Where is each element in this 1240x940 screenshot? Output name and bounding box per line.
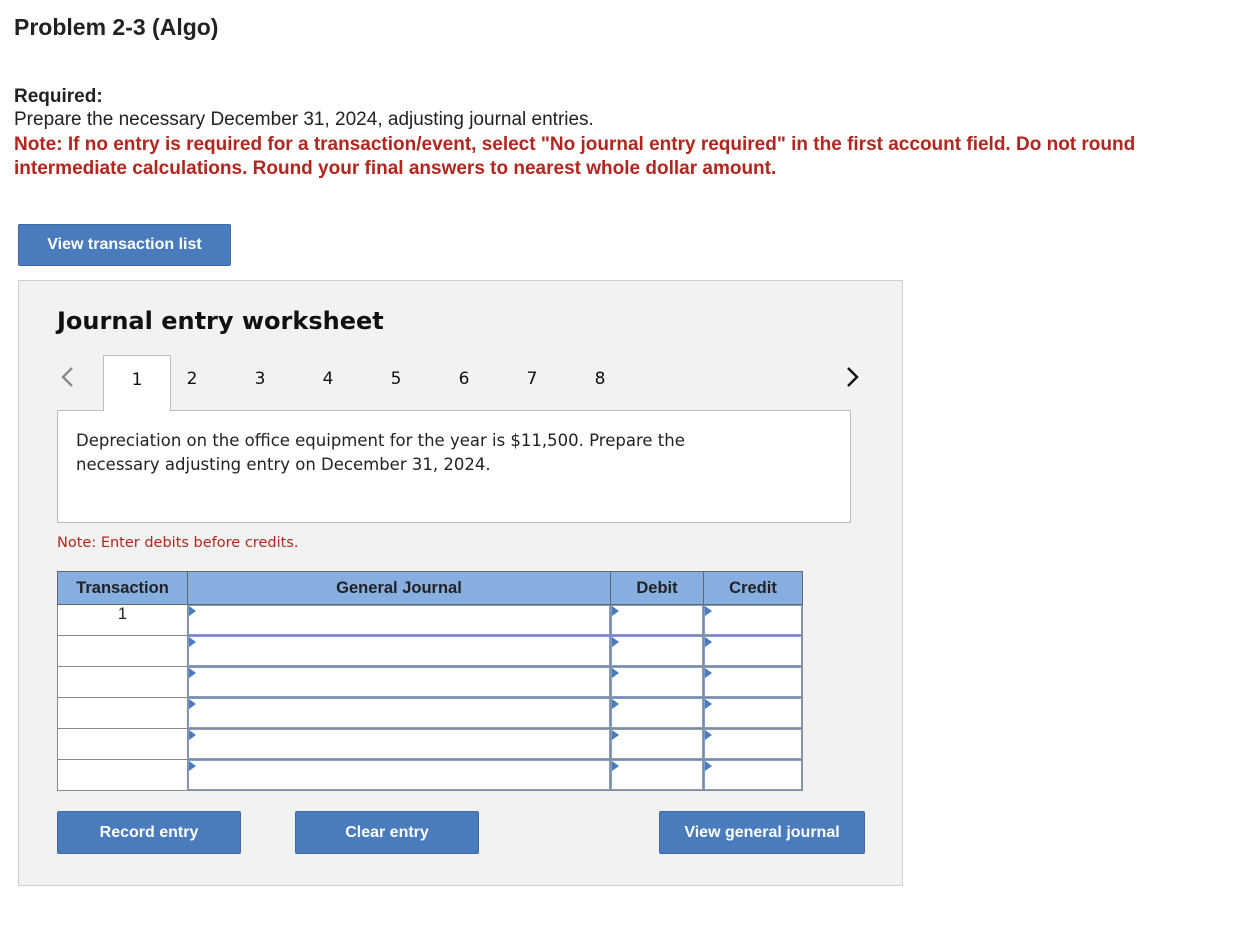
triangle-right-icon: [612, 730, 619, 740]
chevron-right-icon[interactable]: [841, 365, 865, 389]
triangle-right-icon: [189, 668, 196, 678]
triangle-right-icon: [705, 761, 712, 771]
debit-credit-note: Note: Enter debits before credits.: [57, 535, 299, 551]
debit-cell: [610, 728, 704, 760]
record-entry-button[interactable]: Record entry: [57, 811, 241, 854]
view-general-journal-button[interactable]: View general journal: [659, 811, 865, 854]
transaction-description: Depreciation on the office equipment for…: [57, 410, 851, 523]
header-transaction: Transaction: [57, 571, 188, 605]
account-select-field[interactable]: [188, 605, 610, 635]
debit-cell: [610, 604, 704, 636]
triangle-right-icon: [189, 699, 196, 709]
table-row: [57, 759, 803, 791]
debit-cell: [610, 635, 704, 667]
tab-1[interactable]: 1: [103, 355, 171, 411]
worksheet-title: Journal entry worksheet: [57, 307, 384, 335]
triangle-right-icon: [612, 761, 619, 771]
table-header-row: Transaction General Journal Debit Credit: [57, 571, 803, 605]
triangle-right-icon: [612, 699, 619, 709]
description-text: Depreciation on the office equipment for…: [76, 431, 685, 474]
header-debit: Debit: [610, 571, 704, 605]
account-cell: [187, 666, 611, 698]
debit-input[interactable]: [611, 636, 703, 666]
credit-input[interactable]: [704, 729, 802, 759]
tab-4[interactable]: 4: [308, 355, 348, 411]
debit-input[interactable]: [611, 698, 703, 728]
account-cell: [187, 697, 611, 729]
tab-3[interactable]: 3: [240, 355, 280, 411]
triangle-right-icon: [612, 668, 619, 678]
triangle-right-icon: [612, 606, 619, 616]
debit-cell: [610, 697, 704, 729]
instructions-note: Note: If no entry is required for a tran…: [14, 134, 1136, 179]
triangle-right-icon: [189, 637, 196, 647]
credit-input[interactable]: [704, 698, 802, 728]
credit-input[interactable]: [704, 605, 802, 635]
debit-input[interactable]: [611, 605, 703, 635]
triangle-right-icon: [612, 637, 619, 647]
triangle-right-icon: [189, 761, 196, 771]
tab-5[interactable]: 5: [376, 355, 416, 411]
debit-input[interactable]: [611, 729, 703, 759]
account-select-field[interactable]: [188, 729, 610, 759]
tab-6[interactable]: 6: [444, 355, 484, 411]
table-row: [57, 728, 803, 760]
account-select-field[interactable]: [188, 636, 610, 666]
credit-cell: [703, 728, 803, 760]
journal-table: Transaction General Journal Debit Credit…: [57, 571, 803, 791]
debit-cell: [610, 666, 704, 698]
account-cell: [187, 759, 611, 791]
tab-8[interactable]: 8: [580, 355, 620, 411]
credit-cell: [703, 635, 803, 667]
account-select-field[interactable]: [188, 667, 610, 697]
table-row: 1: [57, 604, 803, 636]
transaction-number-cell: [57, 759, 188, 791]
credit-input[interactable]: [704, 760, 802, 790]
credit-cell: [703, 759, 803, 791]
transaction-number-cell: [57, 666, 188, 698]
debit-cell: [610, 759, 704, 791]
transaction-number-cell: [57, 635, 188, 667]
transaction-number-cell: [57, 728, 188, 760]
triangle-right-icon: [705, 668, 712, 678]
transaction-number-cell: [57, 697, 188, 729]
page-title: Problem 2-3 (Algo): [14, 14, 219, 40]
tab-7[interactable]: 7: [512, 355, 552, 411]
account-select-field[interactable]: [188, 760, 610, 790]
clear-entry-button[interactable]: Clear entry: [295, 811, 479, 854]
table-row: [57, 697, 803, 729]
credit-input[interactable]: [704, 636, 802, 666]
credit-cell: [703, 666, 803, 698]
credit-input[interactable]: [704, 667, 802, 697]
required-text: Prepare the necessary December 31, 2024,…: [14, 109, 594, 130]
debit-input[interactable]: [611, 760, 703, 790]
journal-body: 1: [57, 604, 803, 791]
triangle-right-icon: [189, 730, 196, 740]
account-cell: [187, 635, 611, 667]
header-general-journal: General Journal: [187, 571, 611, 605]
table-row: [57, 666, 803, 698]
account-cell: [187, 728, 611, 760]
account-cell: [187, 604, 611, 636]
tab-2[interactable]: 2: [172, 355, 212, 411]
triangle-right-icon: [705, 637, 712, 647]
transaction-number-cell: 1: [57, 604, 188, 636]
required-label: Required:: [14, 86, 103, 107]
credit-cell: [703, 697, 803, 729]
journal-entry-worksheet: Journal entry worksheet 12345678 Depreci…: [18, 280, 903, 886]
debit-input[interactable]: [611, 667, 703, 697]
triangle-right-icon: [705, 699, 712, 709]
table-row: [57, 635, 803, 667]
triangle-right-icon: [705, 606, 712, 616]
view-transaction-list-button[interactable]: View transaction list: [18, 224, 231, 266]
triangle-right-icon: [189, 606, 196, 616]
triangle-right-icon: [705, 730, 712, 740]
credit-cell: [703, 604, 803, 636]
header-credit: Credit: [703, 571, 803, 605]
account-select-field[interactable]: [188, 698, 610, 728]
chevron-left-icon[interactable]: [57, 365, 77, 389]
